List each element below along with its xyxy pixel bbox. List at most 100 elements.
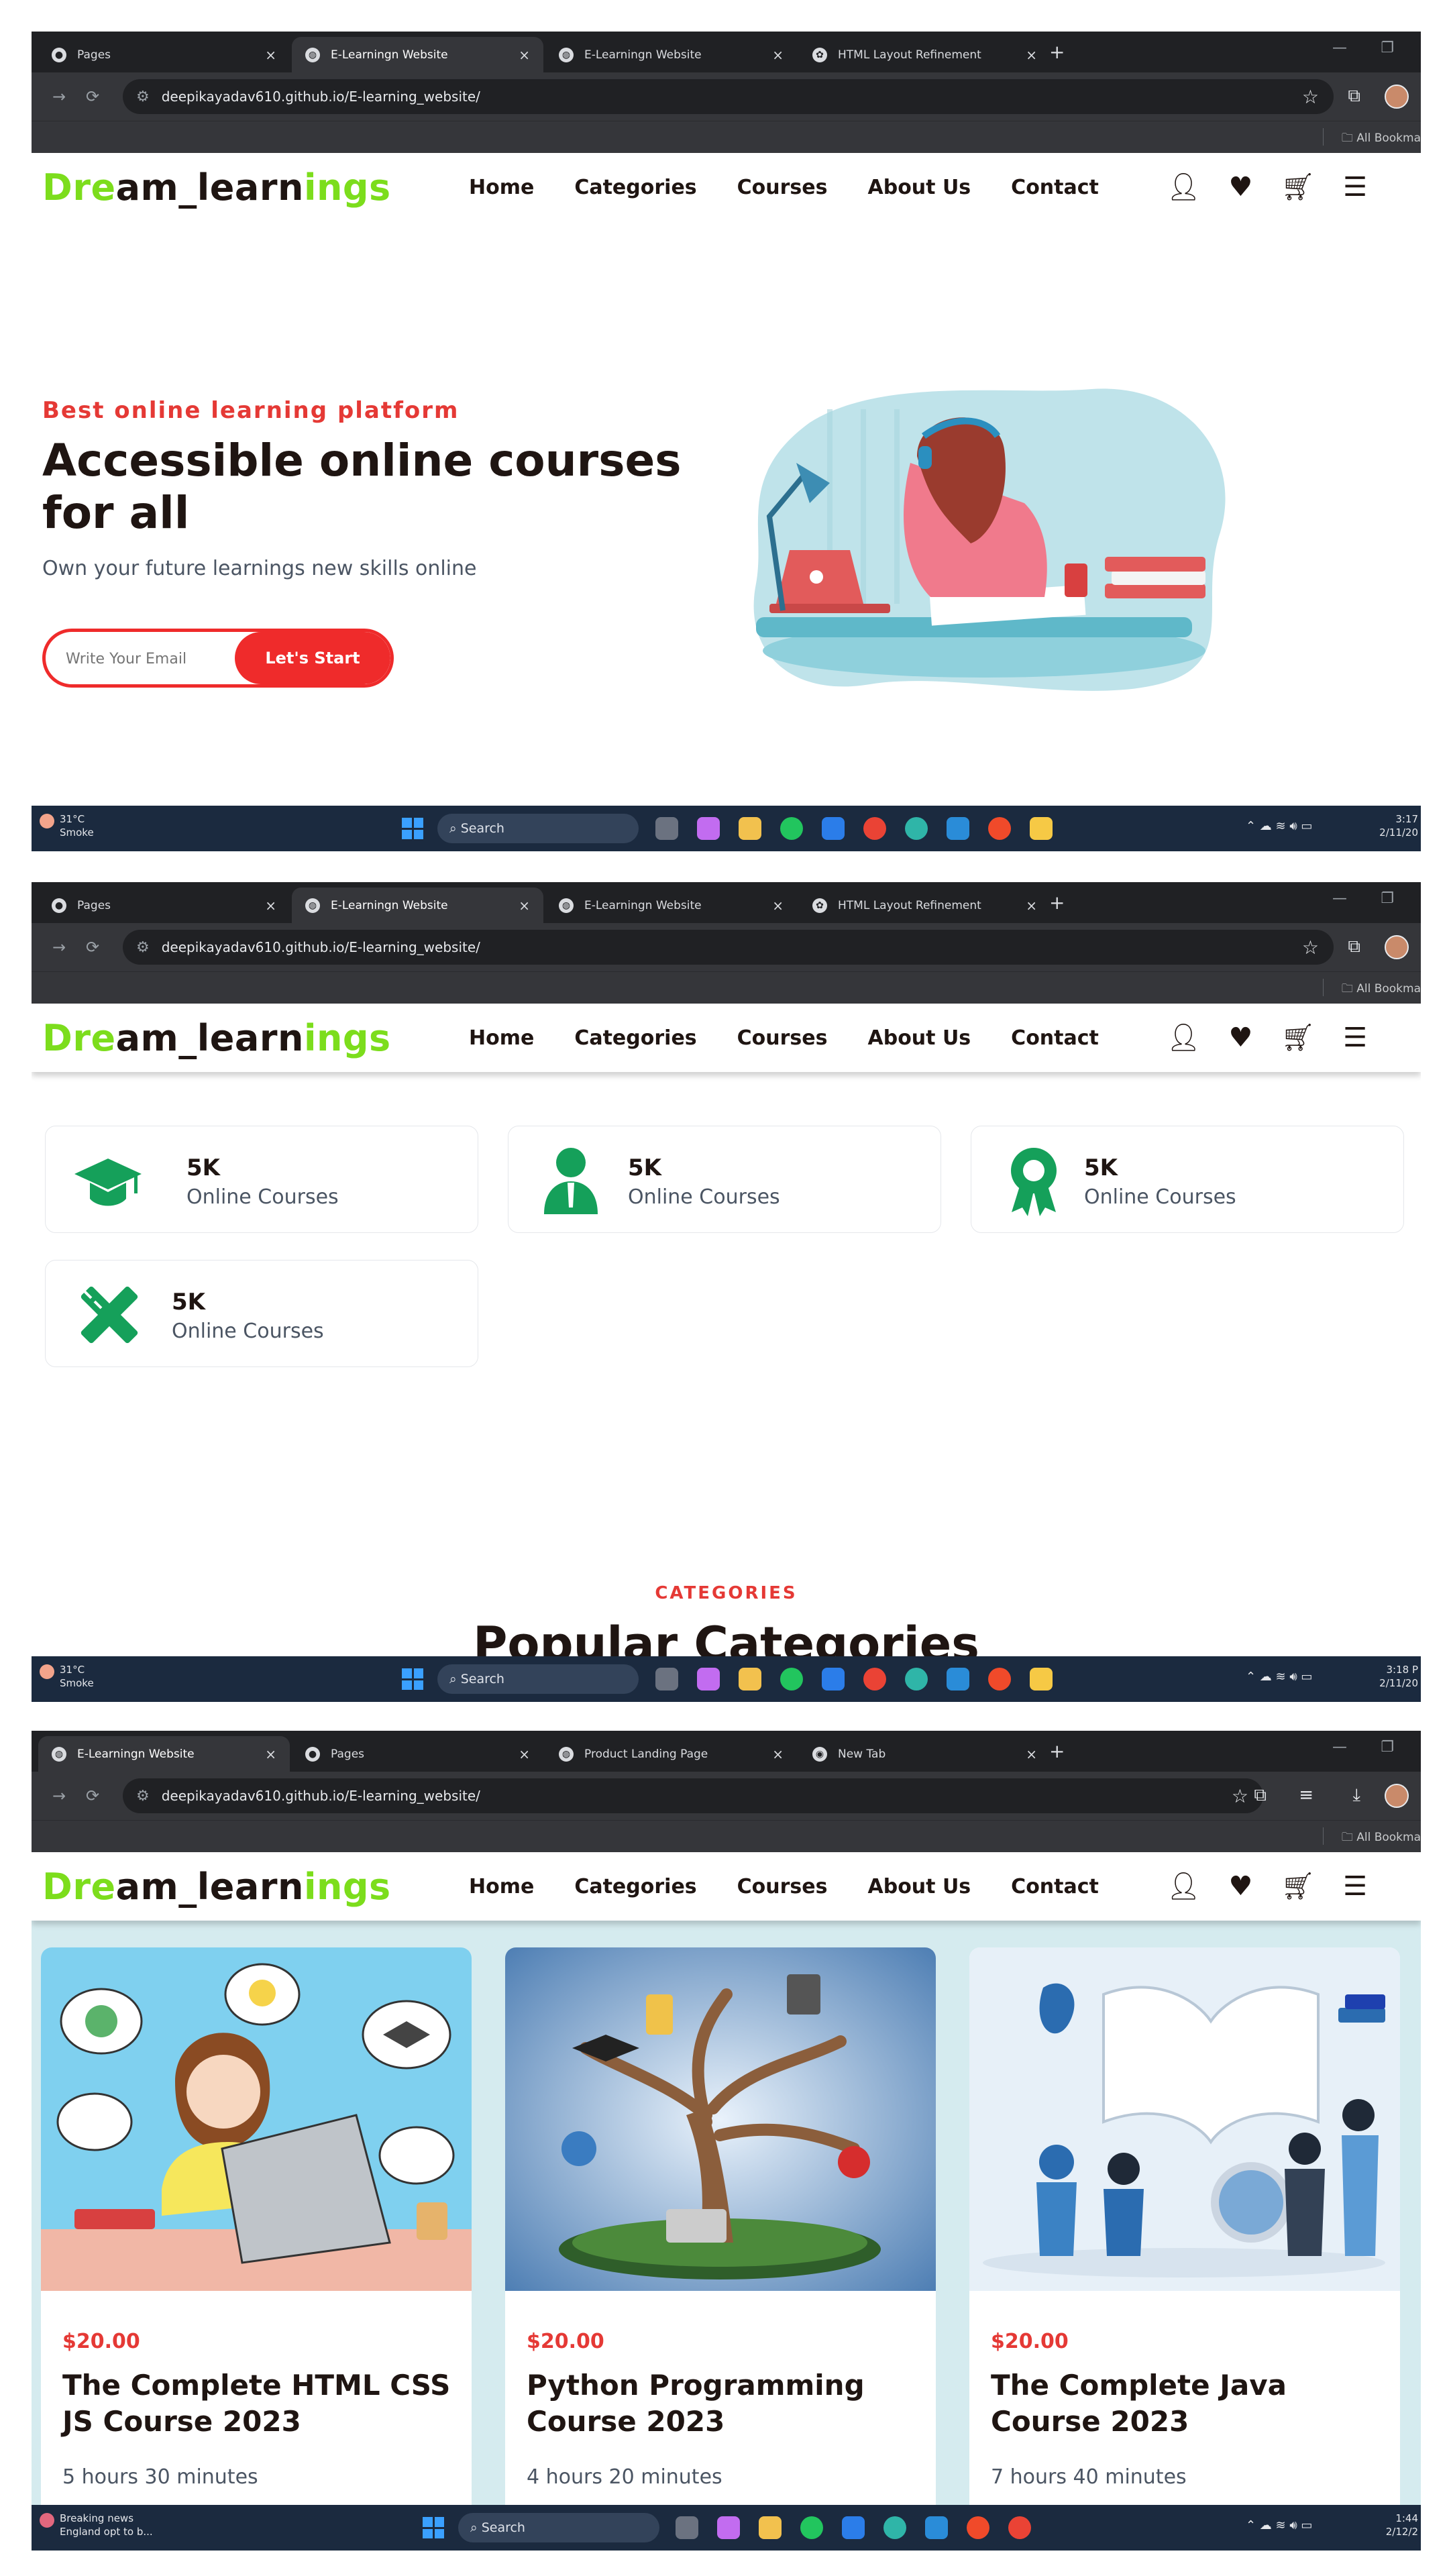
profile-avatar[interactable]	[1385, 85, 1409, 109]
tray-icons[interactable]: ⌃ ☁ ≋ 🔊︎ ▭	[1246, 1670, 1312, 1684]
copilot-icon[interactable]	[717, 2516, 740, 2539]
reload-icon[interactable]: ⟳	[76, 87, 109, 106]
nav-categories[interactable]: Categories	[574, 1026, 696, 1050]
site-info-icon[interactable]: ⚙	[136, 1788, 150, 1805]
whatsapp-icon[interactable]	[780, 1668, 803, 1690]
minimize-icon[interactable]: —	[1332, 40, 1347, 56]
menu-icon[interactable]: ☰	[1343, 1024, 1367, 1051]
browser-tab[interactable]: ● Pages ×	[38, 37, 290, 72]
copilot-icon[interactable]	[697, 817, 720, 840]
restore-icon[interactable]: ❐	[1381, 1739, 1394, 1756]
taskbar-search[interactable]: ⌕ Search	[458, 2513, 659, 2542]
taskbar-search[interactable]: ⌕ Search	[437, 814, 639, 843]
close-tab-icon[interactable]: ×	[1026, 898, 1037, 914]
nav-categories[interactable]: Categories	[574, 176, 696, 199]
browser-tab-active[interactable]: ◍ E-Learningn Website ×	[292, 888, 543, 923]
close-tab-icon[interactable]: ×	[519, 898, 530, 914]
restore-icon[interactable]: ❐	[1381, 890, 1394, 907]
tray-icons[interactable]: ⌃ ☁ ≋ 🔊︎ ▭	[1246, 819, 1312, 833]
file-explorer-icon[interactable]	[759, 2516, 782, 2539]
windows-start-icon[interactable]	[402, 1668, 423, 1690]
omnibox[interactable]: ⚙ deepikayadav610.github.io/E-learning_w…	[123, 79, 1334, 114]
close-tab-icon[interactable]: ×	[772, 47, 784, 63]
taskbar-search[interactable]: ⌕ Search	[437, 1664, 639, 1694]
omnibox[interactable]: ⚙ deepikayadav610.github.io/E-learning_w…	[123, 930, 1334, 965]
whatsapp-icon[interactable]	[800, 2516, 823, 2539]
browser-tab[interactable]: ● Pages ×	[292, 1736, 543, 1772]
extensions-icon[interactable]: ⧉	[1254, 1785, 1267, 1806]
nav-about-us[interactable]: About Us	[868, 176, 971, 199]
url-text[interactable]: deepikayadav610.github.io/E-learning_web…	[162, 1788, 480, 1804]
close-tab-icon[interactable]: ×	[772, 1746, 784, 1762]
app-icon[interactable]	[1030, 817, 1053, 840]
close-tab-icon[interactable]: ×	[265, 898, 276, 914]
clock[interactable]: 3:18 P 2/11/20	[1379, 1663, 1418, 1690]
vscode-icon[interactable]	[947, 1668, 969, 1690]
forward-icon[interactable]: →	[42, 87, 76, 106]
lets-start-button[interactable]: Let's Start	[235, 632, 390, 684]
outlook-icon[interactable]	[822, 1668, 845, 1690]
wps-icon[interactable]	[988, 1668, 1011, 1690]
new-tab-button[interactable]: +	[1049, 41, 1065, 63]
news-widget[interactable]: Breaking news England opt to b...	[40, 2512, 153, 2538]
user-icon[interactable]: 👤︎	[1167, 1873, 1201, 1900]
forward-icon[interactable]: →	[42, 1786, 76, 1805]
profile-avatar[interactable]	[1385, 1784, 1409, 1808]
profile-avatar[interactable]	[1385, 935, 1409, 959]
task-view-icon[interactable]	[676, 2516, 698, 2539]
edge-icon[interactable]	[883, 2516, 906, 2539]
weather-widget[interactable]: 31°C Smoke	[40, 812, 94, 839]
heart-icon[interactable]: ♥	[1229, 1024, 1253, 1051]
browser-tab-active[interactable]: ◍ E-Learningn Website ×	[292, 37, 543, 72]
whatsapp-icon[interactable]	[780, 817, 803, 840]
heart-icon[interactable]: ♥	[1229, 1873, 1253, 1900]
site-info-icon[interactable]: ⚙	[136, 939, 150, 956]
nav-home[interactable]: Home	[469, 1875, 534, 1898]
browser-tab[interactable]: ◉ New Tab ×	[799, 1736, 1051, 1772]
heart-icon[interactable]: ♥	[1229, 174, 1253, 201]
vscode-icon[interactable]	[925, 2516, 948, 2539]
reload-icon[interactable]: ⟳	[76, 1786, 109, 1805]
app-icon[interactable]	[1030, 1668, 1053, 1690]
extensions-icon[interactable]: ⧉	[1348, 936, 1360, 957]
task-view-icon[interactable]	[655, 1668, 678, 1690]
omnibox[interactable]: ⚙ deepikayadav610.github.io/E-learning_w…	[123, 1778, 1263, 1813]
all-bookmarks-button[interactable]: 🗀 All Bookma	[1342, 980, 1421, 1000]
close-tab-icon[interactable]: ×	[1026, 1746, 1037, 1762]
outlook-icon[interactable]	[822, 817, 845, 840]
nav-contact[interactable]: Contact	[1011, 1026, 1099, 1050]
close-tab-icon[interactable]: ×	[519, 47, 530, 63]
course-card[interactable]: $20.00 The Complete Java Course 2023 7 h…	[969, 1947, 1400, 2551]
cart-icon[interactable]: 🛒︎	[1281, 1873, 1315, 1900]
wps-icon[interactable]	[967, 2516, 989, 2539]
extensions-icon[interactable]: ⧉	[1348, 86, 1360, 107]
site-logo[interactable]: Dream_learnings	[42, 1866, 391, 1908]
browser-tab[interactable]: ◍ E-Learningn Website ×	[545, 37, 797, 72]
course-card[interactable]: $20.00 Python Programming Course 2023 4 …	[505, 1947, 936, 2551]
vscode-icon[interactable]	[947, 817, 969, 840]
chrome-icon[interactable]	[1008, 2516, 1031, 2539]
browser-tab[interactable]: ✿ HTML Layout Refinement ×	[799, 888, 1051, 923]
close-tab-icon[interactable]: ×	[1026, 47, 1037, 63]
forward-icon[interactable]: →	[42, 938, 76, 957]
browser-tab[interactable]: ◍ Product Landing Page ×	[545, 1736, 797, 1772]
clock[interactable]: 3:17 2/11/20	[1379, 812, 1418, 839]
outlook-icon[interactable]	[842, 2516, 865, 2539]
user-icon[interactable]: 👤︎	[1167, 1024, 1201, 1051]
bookmark-star-icon[interactable]: ☆	[1232, 1785, 1248, 1807]
browser-tab[interactable]: ✿ HTML Layout Refinement ×	[799, 37, 1051, 72]
edge-icon[interactable]	[905, 1668, 928, 1690]
nav-courses[interactable]: Courses	[737, 1875, 828, 1898]
close-tab-icon[interactable]: ×	[265, 1746, 276, 1762]
nav-home[interactable]: Home	[469, 1026, 534, 1050]
download-icon[interactable]: ⤓	[1353, 1785, 1361, 1806]
course-title[interactable]: The Complete HTML CSS JS Course 2023	[62, 2367, 451, 2440]
course-title[interactable]: The Complete Java Course 2023	[991, 2367, 1380, 2440]
browser-tab-active[interactable]: ◍ E-Learningn Website ×	[38, 1736, 290, 1772]
browser-tab[interactable]: ● Pages ×	[38, 888, 290, 923]
file-explorer-icon[interactable]	[739, 1668, 761, 1690]
minimize-icon[interactable]: —	[1332, 1739, 1347, 1756]
clock[interactable]: 1:44 2/12/2	[1386, 2512, 1418, 2538]
all-bookmarks-button[interactable]: 🗀 All Bookma	[1342, 129, 1421, 149]
nav-courses[interactable]: Courses	[737, 1026, 828, 1050]
